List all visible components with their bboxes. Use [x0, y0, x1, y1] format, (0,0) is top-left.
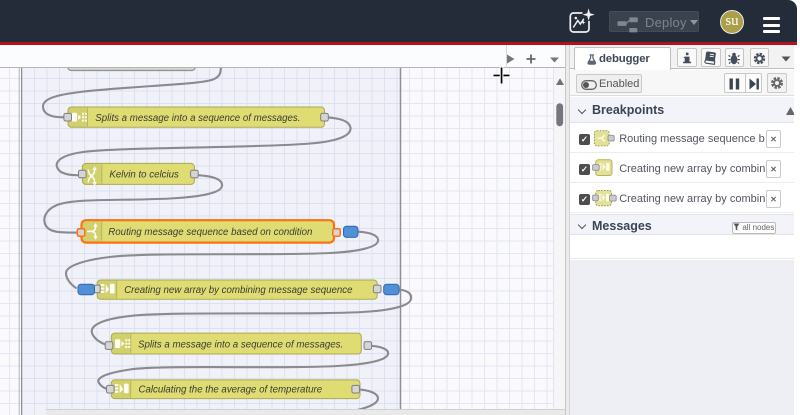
svg-text:Splits a message into a sequen: Splits a message into a sequence of mess… [138, 339, 343, 350]
svg-text:Splits a message into a sequen: Splits a message into a sequence of mess… [95, 113, 300, 124]
svg-text:Calculating the the average of: Calculating the the average of temperatu… [139, 385, 323, 396]
svg-text:Kelvin to celcius: Kelvin to celcius [109, 170, 179, 181]
svg-text:Routing message sequence based: Routing message sequence based on condit… [108, 227, 312, 238]
svg-text:Creating new array by combinin: Creating new array by combining message … [124, 285, 353, 296]
